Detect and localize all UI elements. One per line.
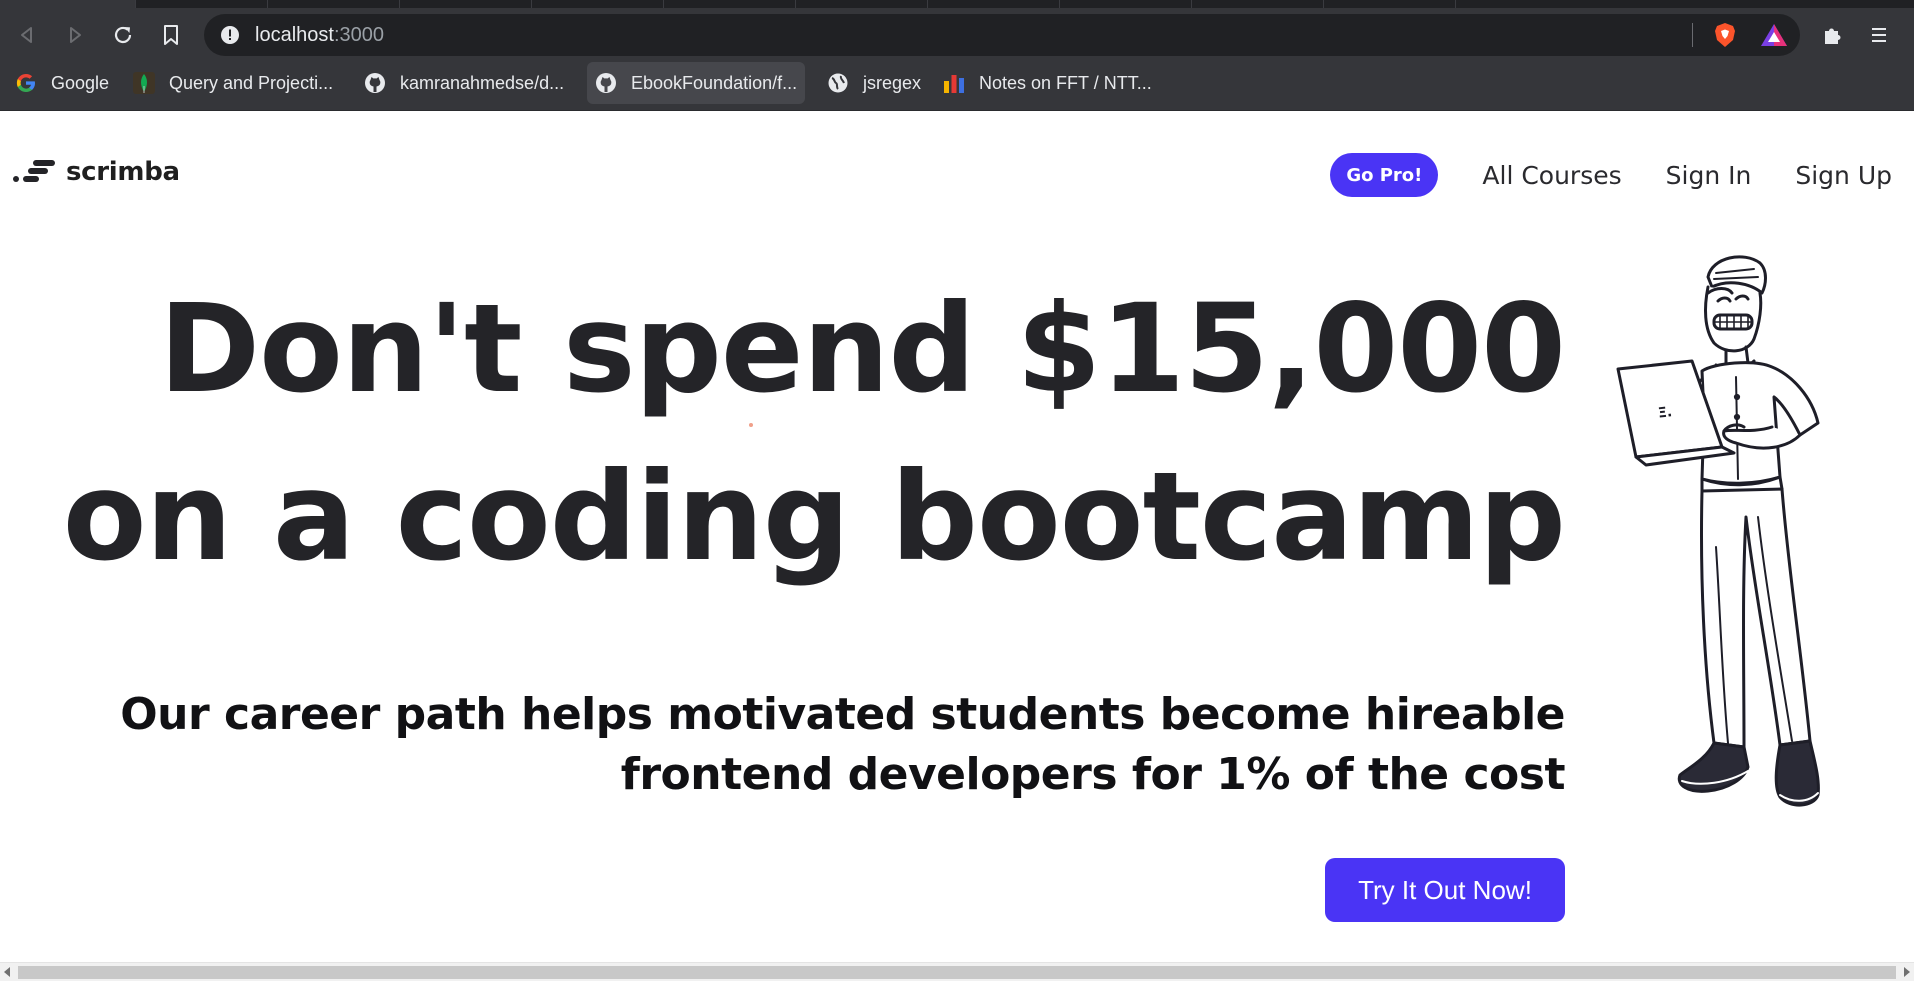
bookmark-query-projection[interactable]: Query and Projecti... [125, 62, 341, 104]
nav-sign-in[interactable]: Sign In [1666, 161, 1752, 190]
brave-rewards-icon[interactable] [1760, 23, 1788, 47]
url-text[interactable]: localhost:3000 [255, 24, 384, 46]
brave-shields-icon[interactable] [1712, 22, 1738, 48]
tab[interactable] [664, 0, 796, 8]
bookmark-ebookfoundation[interactable]: EbookFoundation/f... [587, 62, 806, 104]
hero-subheadline: Our career path helps motivated students… [65, 685, 1565, 805]
hero-subheadline-line-1: Our career path helps motivated students… [120, 689, 1565, 740]
tab[interactable] [268, 0, 400, 8]
globe-icon [827, 72, 849, 94]
tab[interactable] [1192, 0, 1324, 8]
bookmark-fft-notes[interactable]: Notes on FFT / NTT... [935, 62, 1160, 104]
forward-button[interactable] [58, 18, 92, 52]
url-port: :3000 [333, 24, 384, 46]
horizontal-scrollbar[interactable] [0, 962, 1914, 981]
info-icon[interactable] [220, 25, 240, 45]
bookmark-label: Query and Projecti... [169, 72, 334, 93]
google-icon [15, 72, 37, 94]
scrimba-logo-icon [13, 160, 55, 182]
mongodb-leaf-icon [133, 72, 155, 94]
go-pro-button[interactable]: Go Pro! [1330, 153, 1439, 197]
hamburger-menu-icon [1872, 28, 1886, 42]
bar-chart-icon [943, 72, 965, 94]
github-icon [364, 72, 386, 94]
bookmark-icon [164, 25, 178, 45]
bookmark-label: jsregex [863, 72, 922, 93]
tab[interactable] [1324, 0, 1456, 8]
web-page: scrimba Go Pro! All Courses Sign In Sign… [0, 111, 1914, 962]
address-bar[interactable]: localhost:3000 [204, 14, 1800, 56]
bookmark-label: Notes on FFT / NTT... [979, 72, 1152, 93]
hero-headline-line-1: Don't spend $15,000 [158, 278, 1566, 420]
tab[interactable] [532, 0, 664, 8]
reload-button[interactable] [106, 18, 140, 52]
reload-icon [114, 26, 132, 44]
tab[interactable] [136, 0, 268, 8]
laptop-logo-text: Ξ. [1657, 404, 1673, 421]
tab-strip [0, 0, 1914, 8]
tab[interactable] [400, 0, 532, 8]
bookmark-label: EbookFoundation/f... [631, 72, 798, 93]
main-nav: Go Pro! All Courses Sign In Sign Up [1330, 153, 1892, 197]
back-button[interactable] [10, 18, 44, 52]
bookmark-button[interactable] [154, 18, 188, 52]
scroll-left-arrow-icon[interactable] [4, 967, 10, 977]
try-it-out-button[interactable]: Try It Out Now! [1325, 858, 1565, 922]
puzzle-icon [1825, 28, 1841, 44]
bookmark-jsregex[interactable]: jsregex [819, 62, 929, 104]
hero-headline-line-2: on a coding bootcamp [62, 446, 1566, 588]
tab[interactable] [796, 0, 928, 8]
logo-text: scrimba [66, 157, 180, 187]
tab[interactable] [1060, 0, 1192, 8]
github-icon [595, 72, 617, 94]
browser-toolbar: localhost:3000 [0, 8, 1914, 62]
omnibox-divider [1692, 23, 1693, 47]
scrollbar-thumb[interactable] [18, 966, 1896, 979]
developer-with-laptop-illustration: Ξ. [1616, 255, 1820, 807]
scroll-right-arrow-icon[interactable] [1904, 967, 1910, 977]
bookmark-kamranahmedse[interactable]: kamranahmedse/d... [356, 62, 572, 104]
bookmark-google[interactable]: Google [7, 62, 117, 104]
site-logo[interactable]: scrimba [12, 157, 180, 187]
extensions-button[interactable] [1818, 20, 1848, 50]
url-host: localhost [255, 24, 334, 46]
browser-menu-button[interactable] [1864, 20, 1894, 50]
hero-headline: Don't spend $15,000 on a coding bootcamp [45, 265, 1566, 601]
tab-active[interactable] [0, 0, 136, 8]
bookmark-label: kamranahmedse/d... [400, 72, 565, 93]
decorative-dot [749, 423, 753, 427]
bookmarks-bar: Google Query and Projecti... kamranahmed… [0, 62, 1914, 111]
tab[interactable] [928, 0, 1060, 8]
bookmark-label: Google [51, 72, 110, 93]
forward-arrow-icon [70, 27, 81, 43]
hero-subheadline-line-2: frontend developers for 1% of the cost [620, 749, 1566, 800]
nav-sign-up[interactable]: Sign Up [1795, 161, 1892, 190]
back-arrow-icon [21, 27, 32, 43]
nav-all-courses[interactable]: All Courses [1482, 161, 1621, 190]
